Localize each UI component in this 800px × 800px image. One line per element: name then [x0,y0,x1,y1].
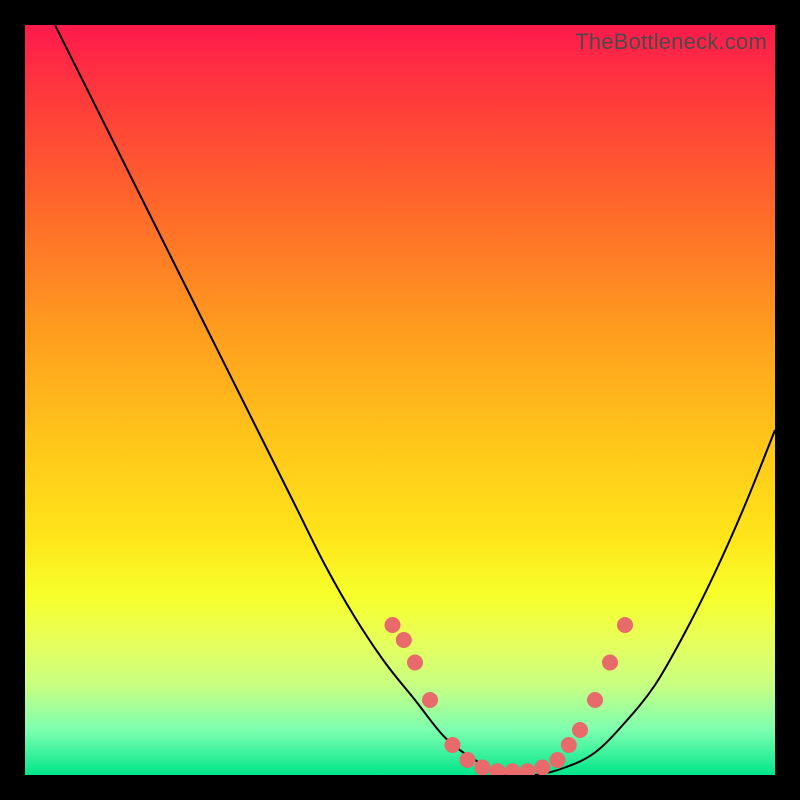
chart-frame: TheBottleneck.com [0,0,800,800]
highlight-marker [520,763,536,775]
highlight-marker [460,752,476,768]
highlight-marker [561,737,577,753]
highlight-marker [490,763,506,775]
highlight-marker [475,760,491,776]
highlight-marker [445,737,461,753]
highlight-marker [602,655,618,671]
highlight-marker [396,632,412,648]
highlight-marker [407,655,423,671]
highlight-marker [385,617,401,633]
highlight-marker [617,617,633,633]
bottleneck-curve [25,25,775,775]
highlight-marker [572,722,588,738]
highlight-marker [422,692,438,708]
highlight-marker [587,692,603,708]
highlight-marker [505,763,521,775]
highlight-marker [550,752,566,768]
plot-area: TheBottleneck.com [25,25,775,775]
highlight-marker [535,760,551,776]
